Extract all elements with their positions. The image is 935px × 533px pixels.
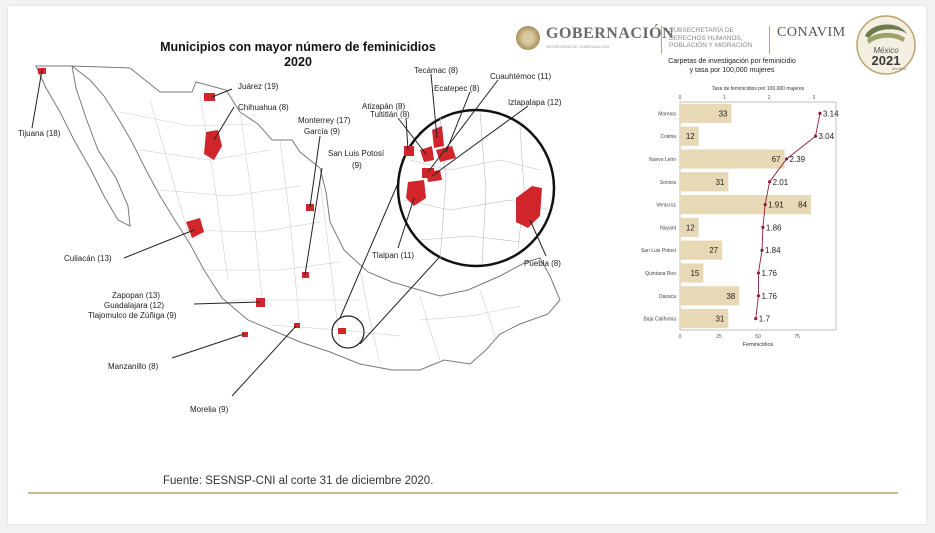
category-label: Sonora	[660, 180, 676, 186]
label-juarez: Juárez (19)	[238, 82, 279, 91]
footer-divider	[28, 492, 898, 494]
rate-value-label: 1.76	[761, 269, 777, 278]
label-ecatepec: Ecatepec (8)	[434, 84, 480, 93]
label-guadalajara: Guadalajara (12)	[104, 301, 164, 310]
axis-top-tick-label: 0	[679, 95, 682, 101]
muni-cdmx-area	[338, 328, 346, 334]
label-slp-line2: (9)	[352, 161, 362, 170]
inset-muni-tecamac	[432, 126, 444, 148]
rate-line	[755, 113, 821, 319]
bar-value-label: 84	[798, 201, 807, 210]
label-chihuahua: Chihuahua (8)	[238, 103, 289, 112]
label-cuauhtemoc: Cuauhtémoc (11)	[490, 72, 552, 81]
bar-value-label: 67	[772, 155, 781, 164]
rate-value-label: 1.76	[761, 292, 777, 301]
bar-value-label: 31	[715, 315, 724, 324]
category-label: Quintana Roo	[645, 271, 676, 277]
label-tijuana: Tijuana (18)	[18, 129, 61, 138]
rate-point	[756, 271, 761, 275]
axis-bottom-label: Feminicidios	[743, 342, 774, 348]
axis-bottom-tick-label: 75	[794, 334, 800, 340]
bar-value-label: 27	[709, 246, 718, 255]
rate-value-label: 3.14	[823, 109, 839, 118]
label-puebla: Puebla (8)	[524, 259, 561, 268]
rate-value-label: 1.86	[766, 223, 782, 232]
bar-value-label: 12	[686, 132, 695, 141]
label-manzanillo: Manzanillo (8)	[108, 362, 159, 371]
label-zapopan: Zapopan (13)	[112, 291, 160, 300]
source-note: Fuente: SESNSP-CNI al corte 31 de diciem…	[163, 475, 434, 487]
label-culiacan: Culiacán (13)	[64, 254, 112, 263]
inset-muni-atizapan	[404, 146, 414, 156]
rate-value-label: 3.04	[818, 132, 834, 141]
bar-value-label: 31	[715, 178, 724, 187]
label-tlajomulco: Tlajomulco de Zúñiga (9)	[88, 311, 177, 320]
rate-value-label: 2.39	[790, 155, 806, 164]
bar-value-label: 33	[719, 109, 728, 118]
bar-value-label: 12	[686, 223, 695, 232]
category-label: Nuevo León	[649, 157, 676, 163]
label-iztapalapa: Iztapalapa (12)	[508, 98, 562, 107]
label-atizapan: Atizapán (8)	[362, 102, 405, 111]
axis-bottom-tick-label: 0	[679, 334, 682, 340]
axis-top-tick-label: 1	[723, 95, 726, 101]
rate-value-label: 1.7	[759, 315, 771, 324]
label-slp-line1: San Luis Potosí	[328, 149, 385, 158]
chart-svg: Tasa de feminicidios por 100,000 mujeres…	[641, 86, 839, 348]
bar-value-label: 15	[690, 269, 699, 278]
category-label: Colima	[660, 134, 676, 140]
category-label: Nayarit	[660, 225, 676, 231]
axis-top-tick-label: 2	[768, 95, 771, 101]
axis-top-tick-label: 3	[812, 95, 815, 101]
label-monterrey: Monterrey (17)	[298, 116, 351, 125]
category-label: Oaxaca	[659, 294, 676, 300]
bar	[680, 195, 812, 215]
rate-value-label: 1.91	[768, 201, 784, 210]
label-tecamac: Tecámac (8)	[414, 66, 458, 75]
rate-value-label: 1.84	[765, 246, 781, 255]
rate-point	[813, 134, 818, 138]
axis-bottom-tick-label: 25	[716, 334, 722, 340]
axis-top-label: Tasa de feminicidios por 100,000 mujeres	[712, 86, 805, 92]
rate-point	[763, 203, 767, 207]
label-tlalpan: Tlalpan (11)	[372, 251, 414, 260]
category-label: Morelos	[658, 111, 676, 117]
rate-point	[761, 225, 765, 229]
rate-point	[818, 111, 822, 115]
category-label: Veracruz	[656, 203, 676, 209]
label-tultitlan: Tultitlán (8)	[370, 110, 410, 119]
zoom-inset	[396, 108, 556, 268]
rate-point	[784, 157, 789, 161]
label-morelia: Morelia (9)	[190, 405, 229, 414]
feminicide-chart: Carpetas de investigación por feminicidi…	[618, 58, 846, 358]
rate-point	[767, 180, 772, 184]
bar-value-label: 38	[726, 292, 735, 301]
category-label: Baja California	[643, 317, 676, 323]
category-label: San Luis Potosí	[641, 248, 677, 254]
rate-point	[756, 294, 761, 298]
rate-value-label: 2.01	[773, 178, 789, 187]
label-garcia: García (9)	[304, 127, 340, 136]
rate-point	[754, 317, 758, 321]
muni-juarez	[204, 93, 215, 101]
bar	[680, 149, 785, 169]
rate-point	[760, 248, 764, 252]
axis-bottom-tick-label: 50	[755, 334, 761, 340]
